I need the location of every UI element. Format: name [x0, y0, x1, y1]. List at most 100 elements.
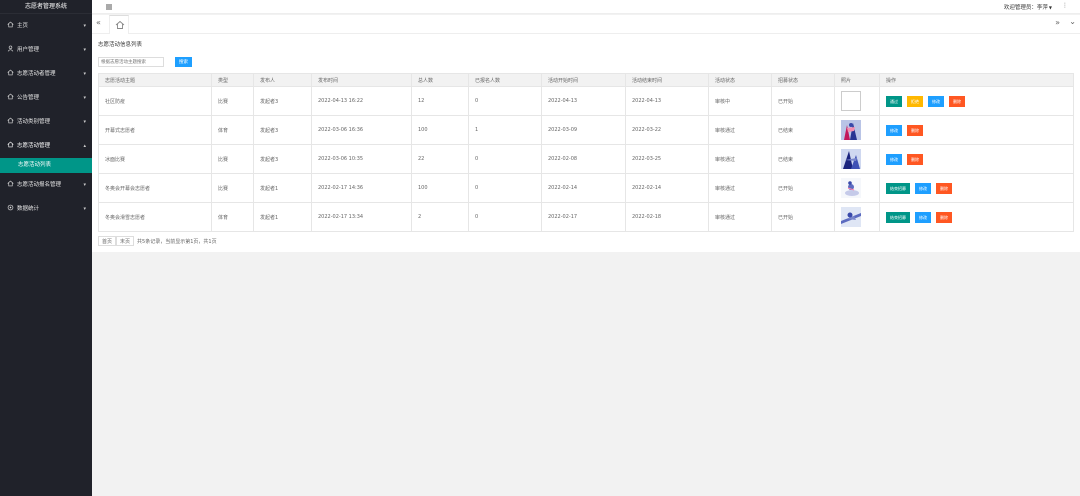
delete-button[interactable]: 删除	[949, 95, 965, 107]
cell-photo	[834, 86, 880, 116]
chevron-down-icon[interactable]: ⌄	[1069, 17, 1076, 26]
delete-button[interactable]: 删除	[907, 153, 923, 165]
column-header: 总人数	[411, 73, 469, 87]
sidebar-item-registrations[interactable]: 志愿活动报名管理 ▾	[0, 173, 92, 197]
cell-actions: 通过 拒绝 修改 删除	[879, 86, 1074, 116]
menu-toggle-icon[interactable]	[104, 2, 114, 12]
search-input[interactable]	[98, 57, 164, 67]
search-button[interactable]: 搜索	[175, 57, 192, 67]
cell-topic: 冬奥会开幕会志愿者	[98, 173, 212, 203]
cell-start: 2022-03-09	[541, 115, 626, 145]
cell-photo	[834, 144, 880, 174]
cell-status: 审核中	[708, 86, 772, 116]
cell-recruit: 已开始	[771, 202, 835, 232]
chevron-up-icon: ▴	[83, 143, 86, 149]
chevron-down-icon: ▾	[83, 119, 86, 125]
cell-publisher: 发起者1	[253, 202, 312, 232]
cell-total: 12	[411, 86, 469, 116]
cell-total: 2	[411, 202, 469, 232]
cell-signed: 1	[468, 115, 542, 145]
caret-down-icon: ▼	[1048, 5, 1052, 10]
table-row: 冬奥会滑雪志愿者 体育 发起者1 2022-02-17 13:34 2 0 20…	[98, 202, 1074, 232]
cell-topic: 社区防疫	[98, 86, 212, 116]
home-icon	[7, 69, 14, 76]
activity-table: 志愿活动主题 类型 发布人 发布时间 总人数 已报名人数 活动开始时间 活动结束…	[98, 73, 1074, 232]
cell-type: 比赛	[211, 173, 254, 203]
cell-photo	[834, 115, 880, 145]
activity-photo	[841, 207, 861, 227]
home-icon	[115, 20, 125, 29]
column-header: 发布人	[253, 73, 312, 87]
vertical-dots-icon[interactable]: ⋮	[1062, 2, 1068, 9]
edit-button[interactable]: 修改	[928, 95, 944, 107]
sidebar-item-users[interactable]: 用户管理 ▾	[0, 38, 92, 62]
cell-recruit: 已开始	[771, 86, 835, 116]
home-icon	[7, 141, 14, 148]
cell-type: 比赛	[211, 86, 254, 116]
cell-recruit: 已结束	[771, 115, 835, 145]
cell-pub-time: 2022-03-06 10:35	[311, 144, 412, 174]
column-header: 操作	[879, 73, 1074, 87]
chevron-down-icon: ▾	[83, 71, 86, 77]
sidebar-item-label: 志愿活动报名管理	[17, 182, 62, 188]
edit-button[interactable]: 修改	[915, 182, 931, 194]
activity-photo	[841, 149, 861, 169]
cell-topic: 冰面比赛	[98, 144, 212, 174]
sidebar-subitem-activity-list[interactable]: 志愿活动列表	[0, 158, 92, 173]
delete-button[interactable]: 删除	[936, 211, 952, 223]
delete-button[interactable]: 删除	[907, 124, 923, 136]
edit-button[interactable]: 修改	[915, 211, 931, 223]
cell-photo	[834, 173, 880, 203]
cell-actions: 修改 删除	[879, 144, 1074, 174]
double-chevron-left-icon[interactable]: «	[96, 18, 101, 27]
reject-button[interactable]: 拒绝	[907, 95, 923, 107]
cell-pub-time: 2022-04-13 16:22	[311, 86, 412, 116]
cell-recruit: 已开始	[771, 173, 835, 203]
last-page-button[interactable]: 末页	[116, 236, 135, 246]
approve-button[interactable]: 通过	[886, 95, 902, 107]
home-icon	[7, 180, 14, 187]
column-header: 招募状态	[771, 73, 835, 87]
cell-actions: 修改 删除	[879, 115, 1074, 145]
end-recruitment-button[interactable]: 结束招募	[886, 182, 910, 194]
sidebar-item-activities[interactable]: 志愿活动管理 ▴	[0, 134, 92, 158]
sidebar-item-volunteers[interactable]: 志愿活动者管理 ▾	[0, 62, 92, 86]
column-header: 已报名人数	[468, 73, 542, 87]
user-menu[interactable]: 欢迎管理员：李萍▼	[1004, 3, 1052, 11]
column-header: 志愿活动主题	[98, 73, 212, 87]
cell-recruit: 已结束	[771, 144, 835, 174]
cell-publisher: 发起者3	[253, 144, 312, 174]
sidebar-item-home[interactable]: 主页 ▾	[0, 14, 92, 38]
home-icon	[7, 21, 14, 28]
table-row: 冬奥会开幕会志愿者 比赛 发起者1 2022-02-17 14:36 100 0…	[98, 173, 1074, 203]
main-content: 志愿活动信息列表 搜索 志愿活动主题 类型 发布人 发布时间 总人数 已报名人数…	[92, 34, 1080, 252]
end-recruitment-button[interactable]: 结束招募	[886, 211, 910, 223]
cell-type: 体育	[211, 202, 254, 232]
top-header: 欢迎管理员：李萍▼ ⋮	[92, 0, 1080, 14]
cell-start: 2022-04-13	[541, 86, 626, 116]
edit-button[interactable]: 修改	[886, 124, 902, 136]
sidebar-item-categories[interactable]: 活动类别管理 ▾	[0, 110, 92, 134]
cell-photo	[834, 202, 880, 232]
cell-status: 审核通过	[708, 115, 772, 145]
activity-photo	[841, 120, 861, 140]
chevron-down-icon: ▾	[83, 95, 86, 101]
sidebar-item-notices[interactable]: 公告管理 ▾	[0, 86, 92, 110]
sidebar-item-label: 主页	[17, 23, 29, 29]
column-header: 照片	[834, 73, 880, 87]
cell-status: 审核通过	[708, 173, 772, 203]
pagination: 首页 末页 共5条记录，当前显示第1页，共1页	[98, 236, 217, 246]
cell-end: 2022-04-13	[625, 86, 709, 116]
cell-publisher: 发起者3	[253, 115, 312, 145]
tab-home[interactable]	[109, 15, 129, 34]
chevron-down-icon: ▾	[83, 23, 86, 29]
cell-type: 体育	[211, 115, 254, 145]
double-chevron-right-icon[interactable]: »	[1055, 18, 1060, 27]
cell-signed: 0	[468, 173, 542, 203]
sidebar-item-statistics[interactable]: 数据统计 ▾	[0, 197, 92, 221]
first-page-button[interactable]: 首页	[98, 236, 117, 246]
edit-button[interactable]: 修改	[886, 153, 902, 165]
sidebar-item-label: 志愿活动管理	[17, 143, 51, 149]
sidebar-item-label: 数据统计	[17, 206, 40, 212]
delete-button[interactable]: 删除	[936, 182, 952, 194]
